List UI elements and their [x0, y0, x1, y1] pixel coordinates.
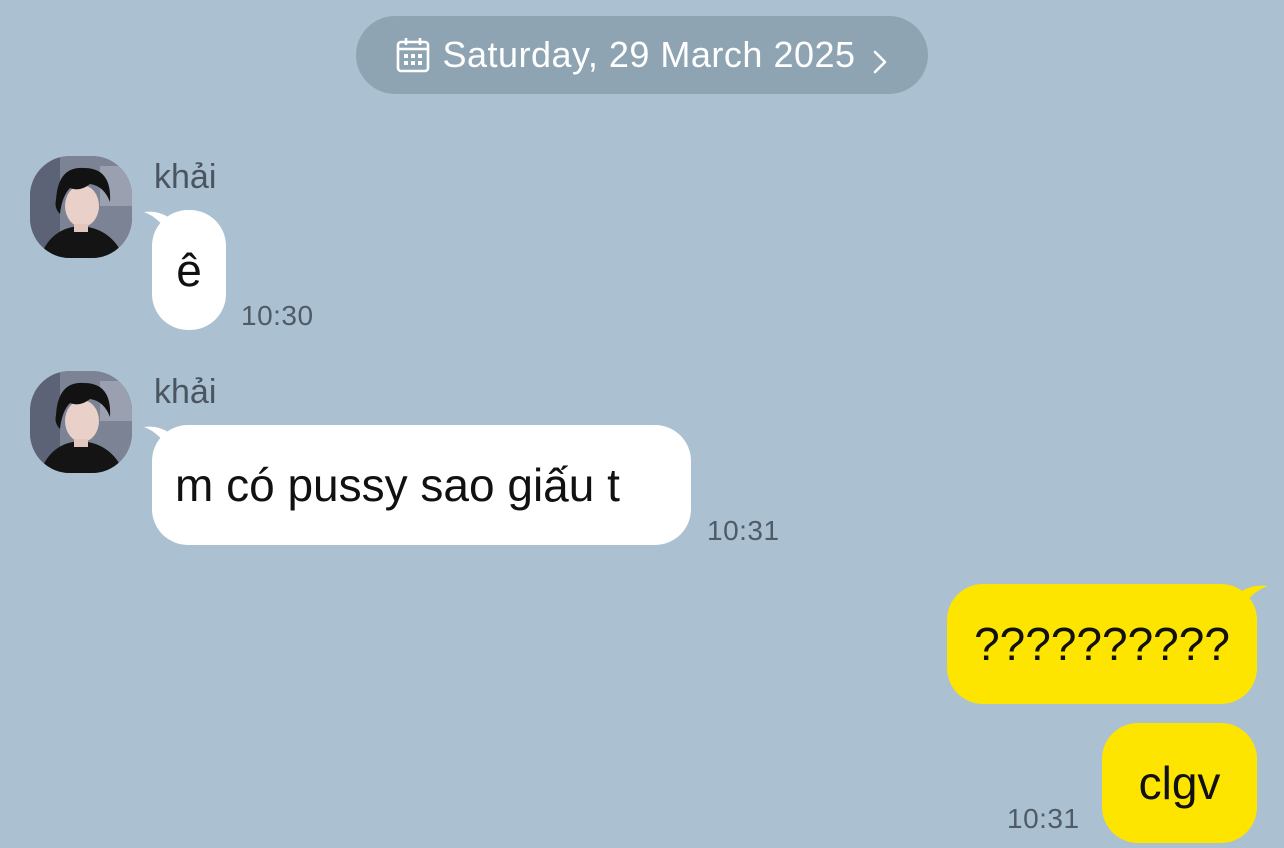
message-time: 10:31	[707, 515, 780, 546]
message-time: 10:31	[1007, 803, 1080, 834]
calendar-icon	[396, 37, 430, 73]
avatar[interactable]	[30, 371, 132, 473]
message-bubble[interactable]: ê	[152, 210, 226, 330]
message-time: 10:30	[241, 300, 314, 331]
message-bubble[interactable]: clgv	[1102, 723, 1257, 843]
avatar[interactable]	[30, 156, 132, 258]
date-divider-label: Saturday, 29 March 2025	[442, 34, 856, 75]
sender-name: khải	[154, 158, 217, 196]
date-divider[interactable]: Saturday, 29 March 2025	[356, 16, 928, 94]
message-text: clgv	[1138, 757, 1221, 809]
message-text: m có pussy sao giấu t	[175, 459, 620, 511]
message-bubble[interactable]: m có pussy sao giấu t	[152, 425, 691, 545]
chat-screen: Saturday, 29 March 2025 khải ê 10:30 khả…	[0, 0, 1284, 848]
chevron-right-icon	[872, 42, 888, 74]
sender-name: khải	[154, 373, 217, 411]
message-text: ??????????	[974, 618, 1230, 670]
message-bubble[interactable]: ??????????	[947, 584, 1257, 704]
message-text: ê	[176, 244, 202, 296]
